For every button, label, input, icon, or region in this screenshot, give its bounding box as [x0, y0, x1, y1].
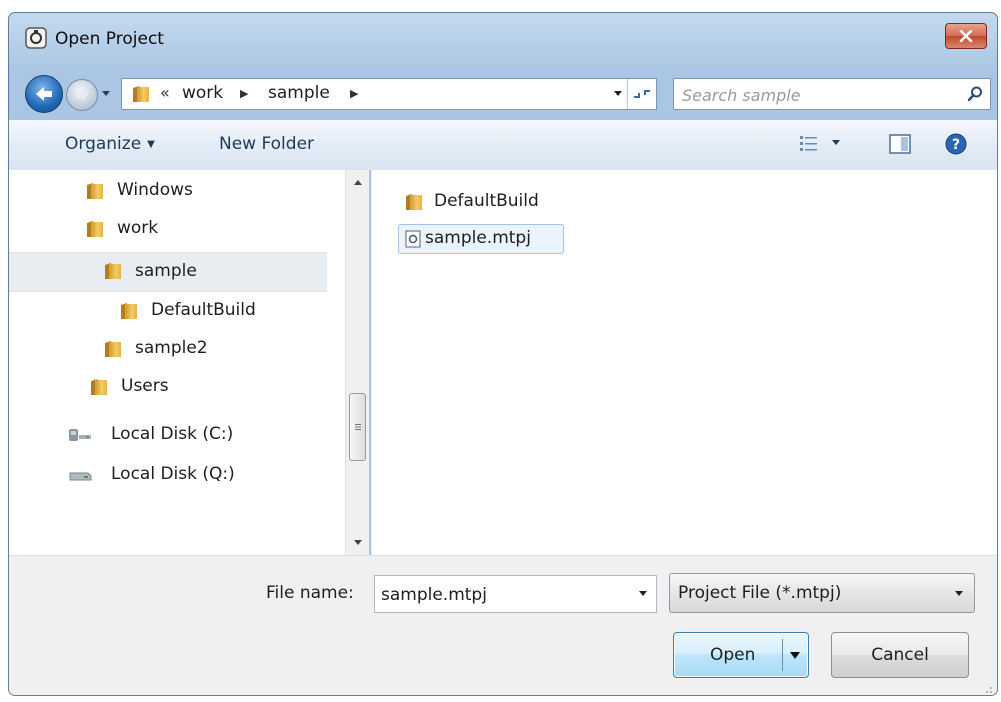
tree-item-local-disk-c[interactable]: Local Disk (C:): [9, 420, 327, 452]
folder-icon: [130, 85, 152, 103]
chevron-down-icon: [102, 91, 110, 96]
organize-label: Organize: [65, 134, 142, 154]
svg-text:?: ?: [952, 137, 960, 153]
breadcrumb-sample[interactable]: sample: [268, 83, 330, 103]
file-type-select[interactable]: Project File (*.mtpj): [669, 573, 975, 613]
window-title: Open Project: [55, 29, 164, 49]
folder-icon: [119, 302, 139, 320]
folder-icon: [404, 193, 424, 211]
tree-item-label: sample2: [135, 338, 208, 358]
tree-item-label: Windows: [117, 180, 193, 200]
open-button[interactable]: Open: [673, 632, 809, 678]
app-icon: [25, 27, 47, 49]
tree-item-label: Users: [121, 376, 169, 396]
file-item-label: DefaultBuild: [434, 191, 539, 211]
file-list-pane: DefaultBuild sample.mtpj: [371, 170, 997, 555]
cancel-button[interactable]: Cancel: [831, 632, 969, 678]
recent-pages-button[interactable]: [100, 87, 112, 101]
title-bar: Open Project: [9, 13, 997, 71]
help-icon[interactable]: ?: [945, 133, 967, 155]
file-name-combobox[interactable]: [374, 575, 657, 613]
close-button[interactable]: [945, 23, 987, 49]
tree-item-label: work: [117, 218, 159, 238]
details-view-icon: [800, 136, 817, 151]
address-bar[interactable]: « work ▶ sample ▶: [121, 78, 657, 110]
preview-pane-icon[interactable]: [889, 134, 911, 154]
folder-icon: [85, 220, 105, 238]
tree-item-sample[interactable]: sample: [9, 252, 327, 292]
refresh-icon: [634, 90, 650, 98]
tree-item-label: Local Disk (C:): [111, 424, 234, 444]
address-dropdown-icon[interactable]: [612, 89, 624, 99]
tree-item-defaultbuild[interactable]: DefaultBuild: [9, 296, 327, 328]
file-name-input[interactable]: [379, 581, 623, 609]
tree-item-label: sample: [135, 261, 197, 281]
chevron-down-icon: ▼: [147, 139, 155, 150]
chevron-down-icon: [832, 140, 840, 145]
forward-arrow-icon: [76, 89, 88, 101]
breadcrumb-work[interactable]: work: [182, 83, 223, 103]
new-folder-button[interactable]: New Folder: [219, 134, 314, 154]
tree-item-label: Local Disk (Q:): [111, 464, 235, 484]
resize-grip-icon[interactable]: [981, 682, 993, 694]
folder-icon: [85, 182, 105, 200]
organize-button[interactable]: Organize ▼: [65, 134, 155, 154]
file-name-label: File name:: [266, 583, 354, 603]
tree-item-work[interactable]: work: [9, 214, 327, 246]
network-drive-icon: [69, 472, 92, 481]
back-arrow-icon: [36, 87, 52, 101]
scroll-thumb[interactable]: [349, 393, 366, 461]
file-item-sample-mtpj[interactable]: sample.mtpj: [398, 224, 564, 254]
tree-item-sample2[interactable]: sample2: [9, 334, 327, 366]
command-toolbar: Organize ▼ New Folder ?: [9, 119, 997, 171]
file-item-defaultbuild[interactable]: DefaultBuild: [400, 188, 570, 218]
search-input[interactable]: [680, 82, 954, 108]
close-icon: [959, 30, 973, 42]
breadcrumb-separator-icon[interactable]: ▶: [240, 87, 248, 100]
split-divider: [782, 639, 783, 671]
open-options-dropdown-icon[interactable]: [789, 651, 801, 660]
dialog-footer: File name: Project File (*.mtpj) Open Ca…: [9, 555, 997, 695]
refresh-button[interactable]: [627, 79, 656, 109]
chevron-down-icon: [955, 591, 963, 596]
scroll-down-icon[interactable]: [353, 539, 363, 547]
file-type-value: Project File (*.mtpj): [678, 583, 842, 603]
search-icon[interactable]: [966, 85, 984, 103]
project-file-icon: [405, 230, 421, 248]
folder-icon: [103, 262, 123, 280]
tree-item-users[interactable]: Users: [9, 372, 327, 404]
tree-item-windows[interactable]: Windows: [9, 176, 327, 208]
open-label: Open: [710, 645, 756, 665]
folder-icon: [89, 378, 109, 396]
grip-icon: [355, 424, 361, 430]
forward-button[interactable]: [66, 79, 98, 111]
breadcrumb-separator-icon[interactable]: ▶: [350, 87, 358, 100]
file-item-label: sample.mtpj: [425, 228, 531, 248]
scroll-up-icon[interactable]: [353, 178, 363, 186]
tree-item-local-disk-q[interactable]: Local Disk (Q:): [9, 460, 327, 492]
folder-icon: [103, 340, 123, 358]
back-button[interactable]: [25, 75, 63, 113]
navigation-pane: Windows work sample DefaultBuild sample2…: [9, 170, 345, 555]
address-overflow[interactable]: «: [160, 83, 170, 102]
change-view-button[interactable]: [799, 134, 841, 152]
hard-drive-icon: [69, 429, 91, 441]
search-box[interactable]: [673, 78, 991, 110]
open-project-dialog: Open Project « work ▶ sample ▶ Search sa…: [8, 12, 998, 696]
chevron-down-icon[interactable]: [638, 590, 648, 598]
tree-item-label: DefaultBuild: [151, 300, 256, 320]
navigation-scrollbar[interactable]: [345, 170, 369, 555]
